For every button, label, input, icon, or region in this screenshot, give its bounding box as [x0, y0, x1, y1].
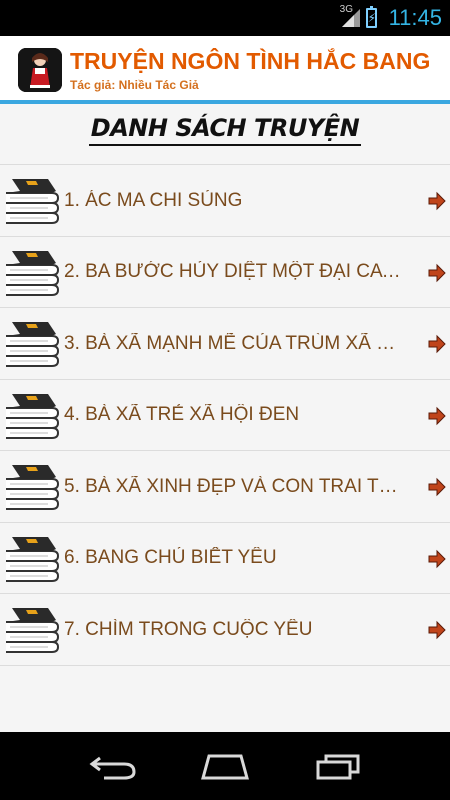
app-logo-icon	[18, 48, 62, 92]
story-title: 1. ÁC MA CHI SỦNG	[64, 189, 243, 211]
arrow-right-icon[interactable]	[427, 620, 447, 640]
book-stack-icon	[6, 179, 60, 224]
back-icon[interactable]	[84, 750, 140, 782]
clock: 11:45	[388, 5, 442, 30]
book-stack-icon	[6, 250, 60, 296]
home-icon[interactable]	[197, 750, 253, 782]
section-title: DANH SÁCH TRUYỆN	[0, 114, 450, 146]
book-stack-icon	[6, 465, 60, 510]
navigation-bar	[0, 732, 450, 800]
arrow-right-icon[interactable]	[427, 263, 447, 283]
list-item[interactable]: 4. BÀ XÃ TRẺ XÃ HỘI ĐEN	[0, 379, 450, 451]
book-stack-icon	[6, 322, 60, 367]
app-author: Tác giả: Nhiều Tác Giả	[70, 78, 199, 92]
story-title: 2. BA BƯỚC HỦY DIỆT MỘT ĐẠI CA X...	[64, 261, 404, 282]
content-area: DANH SÁCH TRUYỆN 1. ÁC MA CHI SỦNG 2. BA …	[0, 104, 450, 732]
recent-apps-icon[interactable]	[310, 750, 366, 782]
arrow-right-icon[interactable]	[427, 191, 447, 211]
story-title: 5. BÀ XÃ XINH ĐẸP VÀ CON TRAI THI...	[64, 475, 404, 497]
arrow-right-icon[interactable]	[427, 406, 447, 426]
story-list: 1. ÁC MA CHI SỦNG 2. BA BƯỚC HỦY DIỆT MỘT…	[0, 164, 450, 666]
list-item[interactable]: 2. BA BƯỚC HỦY DIỆT MỘT ĐẠI CA X...	[0, 236, 450, 308]
app-header: TRUYỆN NGÔN TÌNH HẮC BANG Tác giả: Nhiều…	[0, 36, 450, 100]
book-stack-icon	[6, 608, 60, 653]
list-item[interactable]: 6. BANG CHỦ BIẾT YÊU	[0, 522, 450, 594]
story-title: 7. CHÌM TRONG CUỘC YÊU	[64, 618, 313, 640]
book-stack-icon	[6, 393, 60, 439]
signal-icon	[341, 9, 360, 27]
story-title: 6. BANG CHỦ BIẾT YÊU	[64, 547, 277, 568]
story-title: 4. BÀ XÃ TRẺ XÃ HỘI ĐEN	[64, 404, 300, 425]
app-logo[interactable]	[18, 48, 62, 92]
list-item[interactable]: 1. ÁC MA CHI SỦNG	[0, 165, 450, 237]
arrow-right-icon[interactable]	[427, 477, 447, 497]
list-item[interactable]: 5. BÀ XÃ XINH ĐẸP VÀ CON TRAI THI...	[0, 451, 450, 523]
book-stack-icon	[6, 536, 60, 582]
battery-icon: ⚡	[365, 6, 377, 28]
arrow-right-icon[interactable]	[427, 334, 447, 354]
story-title: 3. BÀ XÃ MẠNH MẼ CỦA TRÙM XÃ H...	[64, 332, 404, 354]
section-title-text: DANH SÁCH TRUYỆN	[88, 114, 362, 146]
list-item[interactable]: 3. BÀ XÃ MẠNH MẼ CỦA TRÙM XÃ H...	[0, 308, 450, 380]
app-title: TRUYỆN NGÔN TÌNH HẮC BANG	[70, 48, 431, 74]
list-item[interactable]: 7. CHÌM TRONG CUỘC YÊU	[0, 594, 450, 666]
arrow-right-icon[interactable]	[427, 549, 447, 569]
status-bar: 3G ⚡ 11:45	[0, 0, 450, 36]
